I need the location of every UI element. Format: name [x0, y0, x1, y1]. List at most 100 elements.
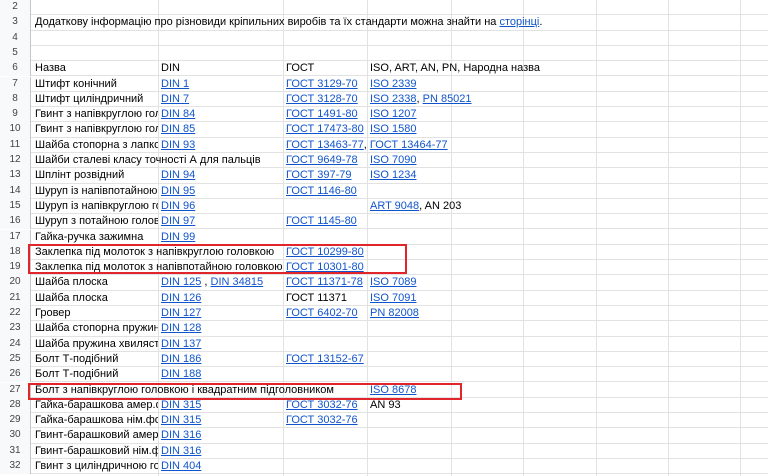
- item-name[interactable]: Шайба пружина хвиляста: [32, 337, 158, 352]
- intro-link[interactable]: сторінці: [499, 16, 539, 28]
- row-number[interactable]: 7: [0, 76, 31, 92]
- standard-link[interactable]: ГОСТ 9649-78: [286, 154, 358, 166]
- standard-link[interactable]: ГОСТ 13152-67: [286, 353, 364, 365]
- standard-link[interactable]: DIN 137: [161, 338, 201, 350]
- item-name[interactable]: Гайка-ручка зажимна: [32, 230, 158, 245]
- standard-link[interactable]: ISO 7089: [370, 276, 416, 288]
- row-number[interactable]: 25: [0, 351, 31, 368]
- row-number[interactable]: 20: [0, 275, 31, 291]
- standard-link[interactable]: PN 85021: [423, 93, 472, 105]
- item-name[interactable]: Штифт циліндричний: [32, 92, 158, 107]
- row-number[interactable]: 13: [0, 168, 31, 184]
- standard-link[interactable]: ISO 1234: [370, 169, 416, 181]
- standard-link[interactable]: ГОСТ 397-79: [286, 169, 352, 181]
- item-name[interactable]: Шуруп із напівкруглою головкою: [32, 199, 158, 214]
- row-number[interactable]: 27: [0, 382, 31, 398]
- item-name[interactable]: Шайба плоска: [32, 275, 158, 290]
- row-number[interactable]: 10: [0, 122, 31, 138]
- standard-link[interactable]: DIN 99: [161, 231, 195, 243]
- standard-link[interactable]: DIN 316: [161, 445, 201, 457]
- item-name[interactable]: Шайба стопорна з лапкою: [32, 138, 158, 153]
- standard-link[interactable]: ISO 7091: [370, 292, 416, 304]
- row-number[interactable]: 9: [0, 107, 31, 123]
- item-name[interactable]: Гайка-барашкова нім.форма: [32, 413, 158, 428]
- row-number[interactable]: 23: [0, 321, 31, 337]
- standard-link[interactable]: ГОСТ 3129-70: [286, 78, 358, 90]
- row-number[interactable]: 5: [0, 45, 31, 62]
- row-number[interactable]: 21: [0, 290, 31, 306]
- item-name[interactable]: Болт з напівкруглою головкою і квадратни…: [32, 383, 334, 398]
- row-number[interactable]: 12: [0, 153, 31, 169]
- item-name[interactable]: Болт Т-подібний: [32, 352, 158, 367]
- standard-link[interactable]: DIN 85: [161, 123, 195, 135]
- item-name[interactable]: Гровер: [32, 306, 158, 321]
- standard-link[interactable]: ГОСТ 10301-80: [286, 261, 364, 273]
- standard-link[interactable]: ГОСТ 1146-80: [286, 185, 357, 197]
- row-number[interactable]: 22: [0, 306, 31, 322]
- item-name[interactable]: Заклепка під молоток з напівпотайною гол…: [32, 260, 283, 275]
- standard-link[interactable]: DIN 315: [161, 399, 201, 411]
- item-name[interactable]: Шайба стопорна пружинна: [32, 321, 158, 336]
- item-name[interactable]: Заклепка під молоток з напівкруглою голо…: [32, 245, 274, 260]
- row-number[interactable]: 15: [0, 198, 31, 215]
- standard-link[interactable]: ГОСТ 3128-70: [286, 93, 358, 105]
- standard-link[interactable]: ГОСТ 13464-77: [370, 139, 448, 151]
- item-name[interactable]: Шуруп з потайною головкою: [32, 214, 158, 229]
- row-number[interactable]: 16: [0, 214, 31, 230]
- standard-link[interactable]: ISO 1580: [370, 123, 416, 135]
- standard-link[interactable]: ISO 1207: [370, 108, 416, 120]
- standard-link[interactable]: DIN 96: [161, 200, 195, 212]
- standard-link[interactable]: DIN 127: [161, 307, 201, 319]
- standard-link[interactable]: ГОСТ 10299-80: [286, 246, 364, 258]
- row-number[interactable]: 2: [0, 0, 31, 16]
- standard-link[interactable]: DIN 186: [161, 353, 201, 365]
- row-number[interactable]: 24: [0, 336, 31, 352]
- standard-link[interactable]: ГОСТ 11371-78: [286, 276, 363, 288]
- row-number[interactable]: 26: [0, 367, 31, 383]
- standard-link[interactable]: DIN 95: [161, 185, 195, 197]
- item-name[interactable]: Шуруп із напівпотайною головкою: [32, 184, 158, 199]
- row-number[interactable]: 31: [0, 443, 31, 459]
- standard-link[interactable]: DIN 93: [161, 139, 195, 151]
- item-name[interactable]: Гайка-барашкова амер.форма: [32, 398, 158, 413]
- row-number[interactable]: 19: [0, 260, 31, 276]
- item-name[interactable]: Гвинт з циліндричною головкою: [32, 459, 158, 474]
- item-name[interactable]: Гвинт з напівкруглою головкою: [32, 107, 158, 122]
- item-name[interactable]: Гвинт з напівкруглою головкою: [32, 122, 158, 137]
- item-name[interactable]: Шайба плоска: [32, 291, 158, 306]
- standard-link[interactable]: DIN 125: [161, 276, 201, 288]
- standard-link[interactable]: ГОСТ 1491-80: [286, 108, 358, 120]
- row-number[interactable]: 8: [0, 91, 31, 108]
- standard-link[interactable]: ART 9048: [370, 200, 419, 212]
- standard-link[interactable]: DIN 84: [161, 108, 195, 120]
- item-name[interactable]: Гвинт-барашковий амер.форма: [32, 428, 158, 443]
- row-number[interactable]: 29: [0, 413, 31, 429]
- standard-link[interactable]: ISO 8678: [370, 384, 416, 396]
- row-number[interactable]: 6: [0, 61, 31, 77]
- row-number[interactable]: 18: [0, 244, 31, 261]
- standard-link[interactable]: DIN 404: [161, 460, 201, 472]
- item-name[interactable]: Гвинт-барашковий нім.форма: [32, 444, 158, 459]
- standard-link[interactable]: ISO 7090: [370, 154, 416, 166]
- standard-link[interactable]: ГОСТ 17473-80: [286, 123, 364, 135]
- standard-link[interactable]: DIN 97: [161, 215, 195, 227]
- row-number[interactable]: 4: [0, 30, 31, 46]
- row-number[interactable]: 14: [0, 183, 31, 199]
- standard-link[interactable]: DIN 128: [161, 322, 201, 334]
- standard-link[interactable]: DIN 34815: [211, 276, 264, 288]
- row-number[interactable]: 32: [0, 459, 31, 475]
- standard-link[interactable]: ГОСТ 13463-77: [286, 139, 364, 151]
- standard-link[interactable]: ISO 2338: [370, 93, 416, 105]
- spreadsheet-grid[interactable]: 2 3 Додаткову інформацію про різновиди крі…: [0, 0, 768, 476]
- standard-link[interactable]: ГОСТ 3032-76: [286, 414, 358, 426]
- standard-link[interactable]: PN 82008: [370, 307, 419, 319]
- standard-link[interactable]: DIN 316: [161, 429, 201, 441]
- standard-link[interactable]: DIN 188: [161, 368, 201, 380]
- standard-link[interactable]: DIN 7: [161, 93, 189, 105]
- item-name[interactable]: Болт Т-подібний: [32, 367, 158, 382]
- standard-link[interactable]: ISO 2339: [370, 78, 416, 90]
- row-number[interactable]: 11: [0, 137, 31, 153]
- row-number[interactable]: 30: [0, 428, 31, 444]
- standard-link[interactable]: ГОСТ 3032-76: [286, 399, 358, 411]
- standard-link[interactable]: DIN 126: [161, 292, 201, 304]
